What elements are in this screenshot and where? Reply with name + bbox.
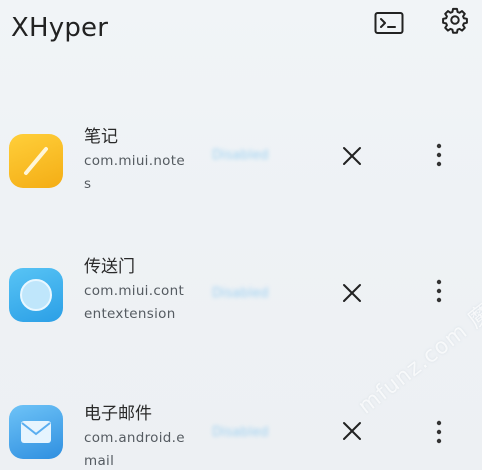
app-row-notes[interactable]: 笔记 com.miui.notes Disabled [0,118,482,208]
close-icon [343,284,361,302]
more-vertical-icon [436,279,442,303]
remove-button[interactable] [338,142,366,170]
more-options-button[interactable] [428,276,450,306]
more-vertical-icon [436,420,442,444]
close-icon [343,147,361,165]
app-row-email[interactable]: 电子邮件 com.android.email Disabled [0,395,482,470]
status-label: Disabled [212,425,269,440]
portal-app-icon [9,268,63,322]
app-row-portal[interactable]: 传送门 com.miui.contentextension Disabled [0,248,482,348]
terminal-button[interactable] [372,6,406,40]
gear-icon [442,7,468,34]
xhyper-screen: XHyper 笔记 com.miui.notes Disabled 传送门 co… [0,0,482,470]
app-header: XHyper [0,0,482,62]
app-title: XHyper [11,13,109,43]
remove-button[interactable] [338,279,366,307]
email-app-icon [9,405,63,459]
status-label: Disabled [212,286,269,301]
more-options-button[interactable] [428,417,450,447]
terminal-icon [374,12,404,34]
app-name: 传送门 [84,257,135,277]
status-label: Disabled [212,148,269,163]
package-name: com.miui.notes [84,153,185,192]
more-vertical-icon [436,143,442,167]
remove-button[interactable] [338,417,366,445]
more-options-button[interactable] [428,140,450,170]
app-name: 电子邮件 [84,404,152,424]
package-name: com.miui.contentextension [84,283,185,322]
package-name: com.android.email [84,430,185,469]
settings-button[interactable] [438,3,472,37]
app-name: 笔记 [84,127,118,147]
close-icon [343,422,361,440]
notes-app-icon [9,134,63,188]
